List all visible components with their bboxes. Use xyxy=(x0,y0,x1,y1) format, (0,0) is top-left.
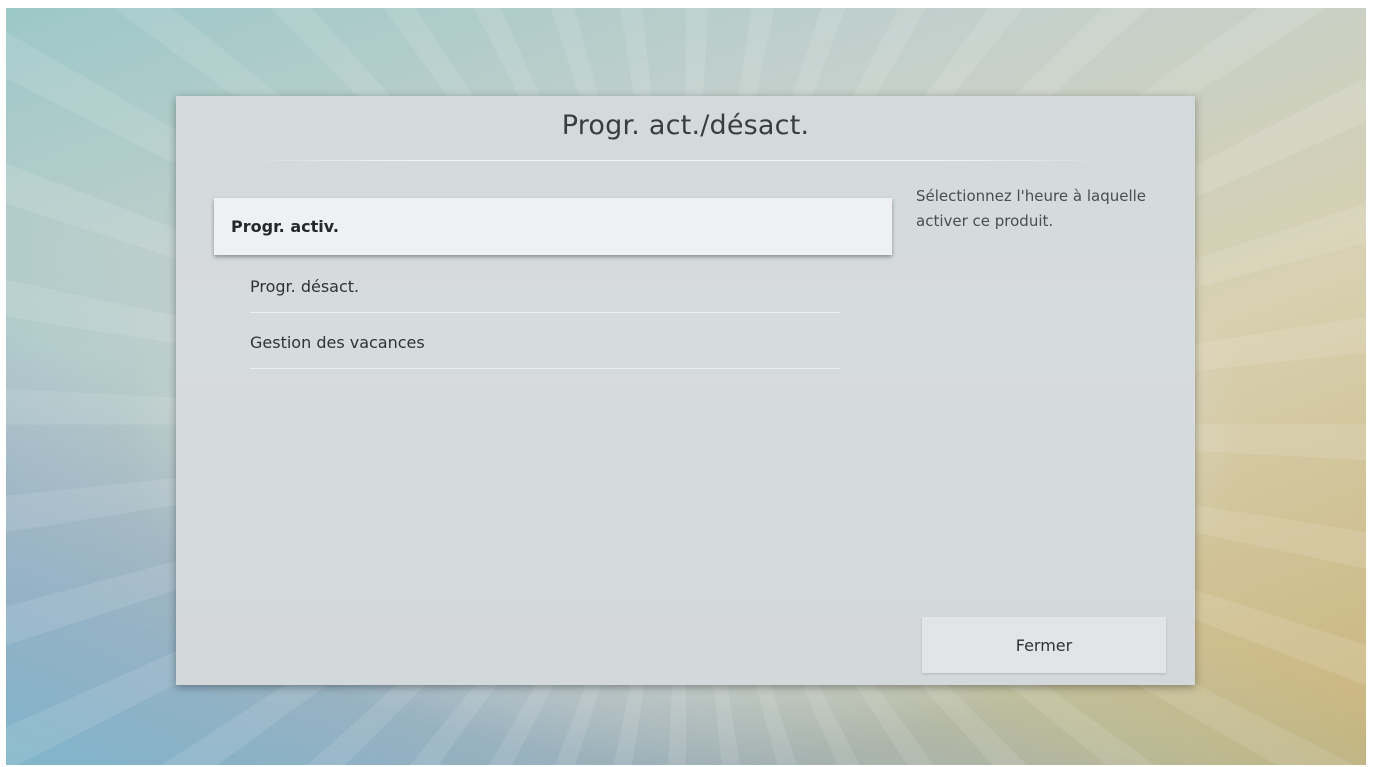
schedule-dialog: Progr. act./désact. Progr. activ. Progr.… xyxy=(176,96,1195,685)
tv-screen: Progr. act./désact. Progr. activ. Progr.… xyxy=(6,8,1366,765)
menu-item-holiday-management[interactable]: Gestion des vacances xyxy=(250,315,840,369)
dialog-title: Progr. act./désact. xyxy=(561,110,810,141)
menu-item-label: Progr. désact. xyxy=(250,276,360,296)
menu-item-power-on[interactable]: Progr. activ. xyxy=(214,198,892,255)
close-button[interactable]: Fermer xyxy=(922,617,1166,673)
title-divider xyxy=(246,160,1106,161)
close-button-label: Fermer xyxy=(1015,635,1073,655)
menu-item-power-off[interactable]: Progr. désact. xyxy=(250,259,840,313)
menu-item-label: Gestion des vacances xyxy=(250,332,425,352)
menu-item-label: Progr. activ. xyxy=(231,217,339,236)
help-text: Sélectionnez l'heure à laquelle activer … xyxy=(916,187,1147,230)
